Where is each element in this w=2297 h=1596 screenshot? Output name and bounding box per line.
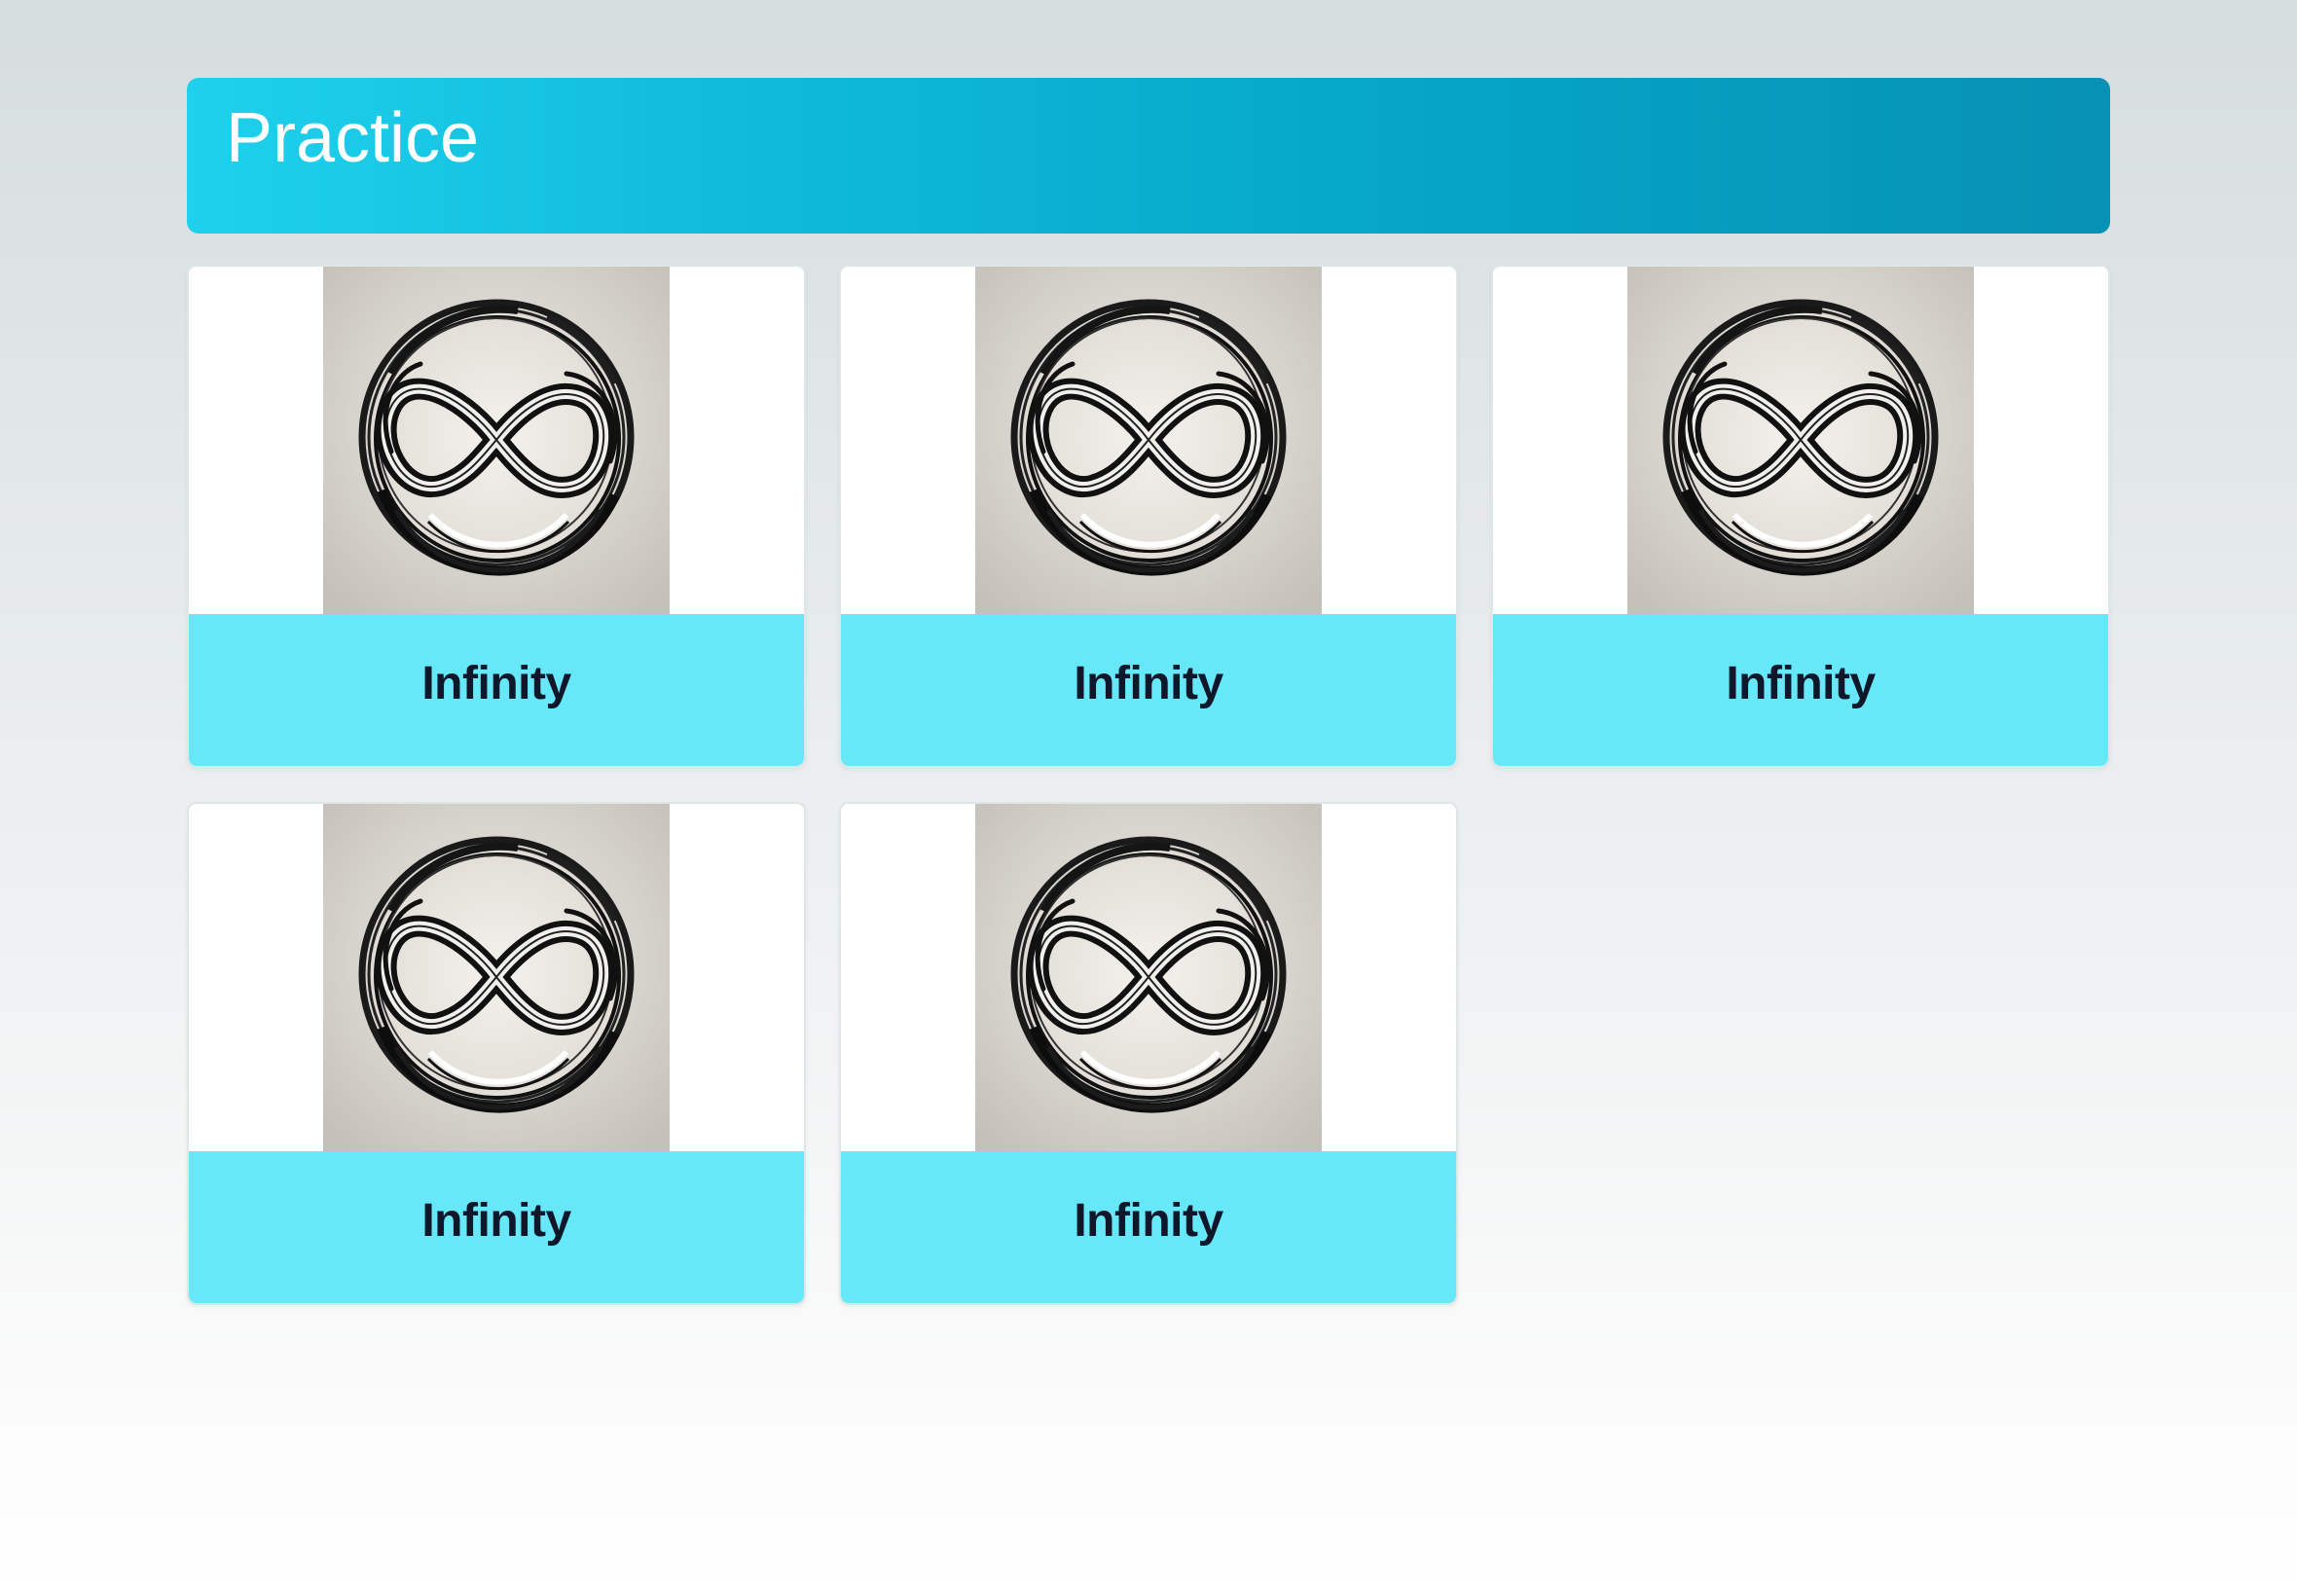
infinity-symbol-image [975,804,1322,1151]
card-label: Infinity [189,614,804,766]
infinity-symbol-image [323,267,670,614]
card-label: Infinity [189,1151,804,1303]
practice-card[interactable]: Infinity [187,265,806,768]
infinity-symbol-image [323,804,670,1151]
card-grid: Infinity Infinity Infinity Infinity Infi… [187,265,2110,1305]
card-label: Infinity [841,1151,1456,1303]
practice-card[interactable]: Infinity [187,802,806,1305]
practice-card[interactable]: Infinity [839,265,1458,768]
page-title: Practice [226,99,480,177]
page-header: Practice [187,78,2110,234]
card-image-frame [189,804,804,1151]
card-image-frame [841,804,1456,1151]
infinity-symbol-image [1627,267,1974,614]
card-label: Infinity [1493,614,2108,766]
practice-card[interactable]: Infinity [839,802,1458,1305]
card-image-frame [1493,267,2108,614]
practice-card[interactable]: Infinity [1491,265,2110,768]
infinity-symbol-image [975,267,1322,614]
card-image-frame [189,267,804,614]
card-label: Infinity [841,614,1456,766]
card-image-frame [841,267,1456,614]
